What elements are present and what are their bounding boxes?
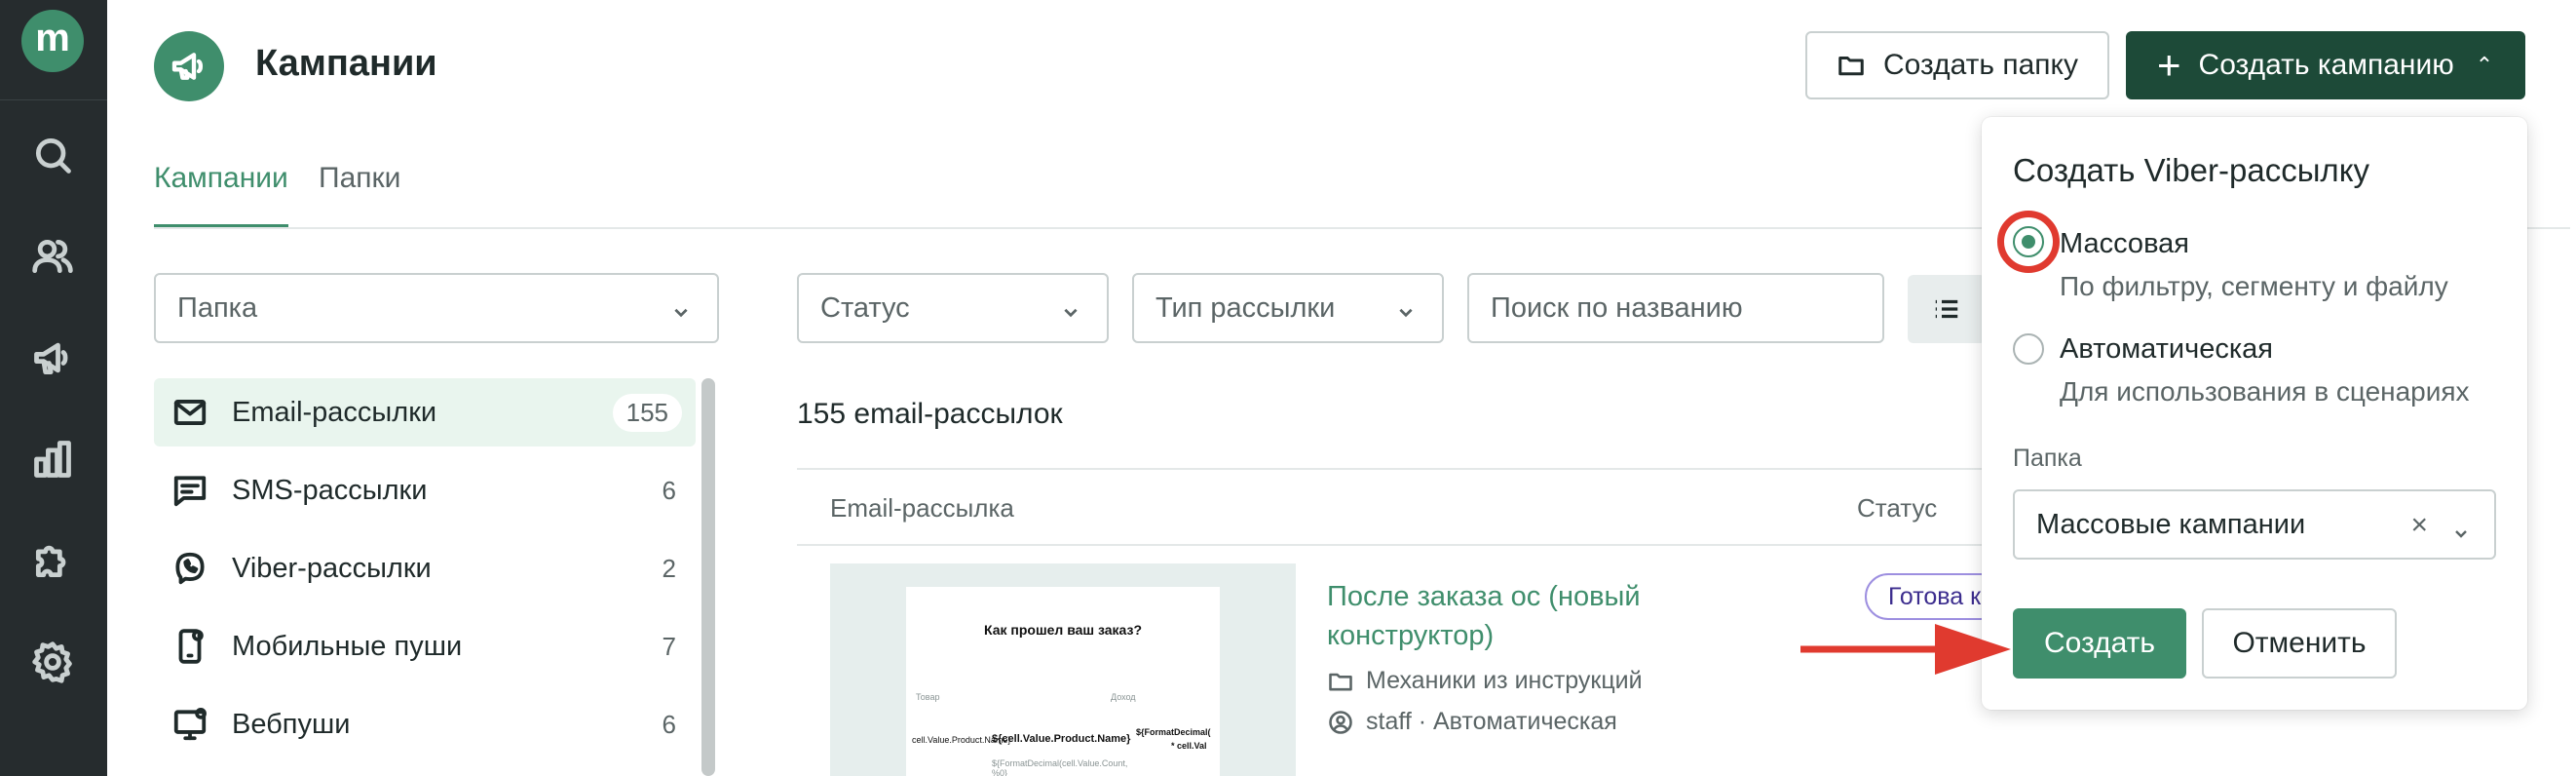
tab-campaigns[interactable]: Кампании <box>154 162 288 195</box>
popup-folder-value: Массовые кампании <box>2036 508 2306 540</box>
app-logo[interactable]: m <box>21 10 84 72</box>
list-count: 155 email-рассылок <box>797 398 1063 430</box>
campaign-folder: Механики из инструкций <box>1327 667 1643 695</box>
chevron-up-icon: ⌃ <box>2475 53 2494 77</box>
search-placeholder: Поиск по названию <box>1491 291 1743 324</box>
category-label: SMS-рассылки <box>232 474 428 506</box>
create-campaign-label: Создать кампанию <box>2198 49 2454 81</box>
close-icon[interactable]: × <box>2410 509 2428 542</box>
puzzle-icon[interactable] <box>28 536 77 585</box>
thumbnail-format-line: ${FormatDecimal(cell.Value.Count, <box>992 758 1128 768</box>
chevron-down-icon <box>2453 517 2469 549</box>
category-label: Viber-рассылки <box>232 552 432 584</box>
category-webpush[interactable]: Вебпуши 6 <box>154 690 696 758</box>
thumbnail-format-line-2: %0} <box>992 768 1008 776</box>
folder-icon <box>1329 673 1352 690</box>
category-viber[interactable]: Viber-рассылки 2 <box>154 534 696 602</box>
message-icon <box>173 476 207 507</box>
thumbnail-col-left: Товар <box>916 692 940 702</box>
create-viber-popup: Создать Viber-рассылку Массовая По фильт… <box>1982 117 2527 710</box>
category-sms[interactable]: SMS-рассылки 6 <box>154 456 696 524</box>
mobile-icon <box>178 629 204 664</box>
campaign-folder-label: Механики из инструкций <box>1366 667 1643 694</box>
campaign-thumbnail[interactable]: Как прошел ваш заказ? Товар Доход cell.V… <box>830 563 1296 776</box>
thumbnail-col-right: Доход <box>1111 692 1136 702</box>
tab-folders[interactable]: Папки <box>319 162 400 195</box>
column-header-email[interactable]: Email-рассылка <box>830 493 1014 524</box>
megaphone-icon[interactable] <box>28 333 77 382</box>
page-title: Кампании <box>255 43 437 84</box>
campaigns-megaphone-icon <box>154 31 224 101</box>
table-top-divider <box>797 468 2161 470</box>
popup-title: Создать Viber-рассылку <box>2013 152 2369 188</box>
popup-folder-select[interactable]: Массовые кампании × <box>2013 489 2496 560</box>
folder-icon <box>1838 57 1864 76</box>
chevron-down-icon <box>1062 296 1080 318</box>
viber-icon <box>175 552 205 585</box>
thumbnail-price-top: ${FormatDecimal( <box>1136 727 1211 737</box>
category-count: 6 <box>662 475 676 505</box>
create-campaign-button[interactable]: + Создать кампанию ⌃ <box>2126 31 2525 99</box>
category-label: Мобильные пуши <box>232 630 463 662</box>
thumbnail-heading: Как прошел ваш заказ? <box>984 622 1142 638</box>
sidebar-divider <box>0 99 107 100</box>
create-folder-button[interactable]: Создать папку <box>1805 31 2109 99</box>
plus-icon: + <box>2157 42 2181 88</box>
mailing-type-select[interactable]: Тип рассылки <box>1132 273 1444 343</box>
search-icon[interactable] <box>28 131 77 179</box>
monitor-icon <box>173 708 207 741</box>
users-icon[interactable] <box>28 232 77 281</box>
folder-select-placeholder: Папка <box>177 291 258 324</box>
category-count: 2 <box>662 553 676 583</box>
annotation-arrow <box>1800 624 2011 675</box>
status-select[interactable]: Статус <box>797 273 1109 343</box>
folder-field-label: Папка <box>2013 445 2082 472</box>
thumbnail-preview: Как прошел ваш заказ? Товар Доход cell.V… <box>906 587 1220 776</box>
campaign-title-link[interactable]: После заказа ос (новый конструктор) <box>1327 577 1697 655</box>
status-select-placeholder: Статус <box>820 291 910 324</box>
thumbnail-product-name: ${cell.Value.Product.Name} <box>992 733 1131 745</box>
table-header-divider <box>797 544 2161 546</box>
folder-select[interactable]: Папка <box>154 273 719 343</box>
sidebar: m <box>0 0 107 776</box>
mail-icon <box>173 400 207 425</box>
category-count: 155 <box>612 393 682 432</box>
search-by-name-input[interactable]: Поиск по названию <box>1467 273 1884 343</box>
category-count: 7 <box>662 631 676 661</box>
mailing-type-placeholder: Тип рассылки <box>1155 291 1336 324</box>
option-mass-label[interactable]: Массовая <box>2060 228 2189 260</box>
gear-icon[interactable] <box>28 638 77 686</box>
category-scrollbar[interactable] <box>701 378 715 776</box>
thumbnail-price-bottom: * cell.Val <box>1171 741 1207 751</box>
cancel-button[interactable]: Отменить <box>2202 608 2397 679</box>
category-mobile-push[interactable]: Мобильные пуши 7 <box>154 612 696 680</box>
create-button[interactable]: Создать <box>2013 608 2186 679</box>
option-automatic-label[interactable]: Автоматическая <box>2060 333 2273 366</box>
category-email[interactable]: Email-рассылки 155 <box>154 378 696 446</box>
user-circle-icon <box>1329 710 1352 734</box>
option-mass-description: По фильтру, сегменту и файлу <box>2060 271 2448 301</box>
campaign-author-label: staff · Автоматическая <box>1366 708 1617 735</box>
create-folder-label: Создать папку <box>1883 49 2078 81</box>
campaign-author: staff · Автоматическая <box>1327 708 1617 736</box>
column-header-status[interactable]: Статус <box>1857 493 1937 524</box>
radio-automatic[interactable] <box>2013 333 2044 365</box>
category-label: Вебпуши <box>232 708 351 740</box>
option-automatic-description: Для использования в сценариях <box>2060 376 2470 407</box>
chart-icon[interactable] <box>28 435 77 484</box>
list-view-toggle[interactable] <box>1908 275 1986 343</box>
category-label: Email-рассылки <box>232 396 437 428</box>
chevron-down-icon <box>1397 296 1415 318</box>
annotation-highlight-circle <box>1997 211 2060 273</box>
category-count: 6 <box>662 709 676 739</box>
chevron-down-icon <box>672 296 690 318</box>
list-icon <box>1935 299 1958 319</box>
